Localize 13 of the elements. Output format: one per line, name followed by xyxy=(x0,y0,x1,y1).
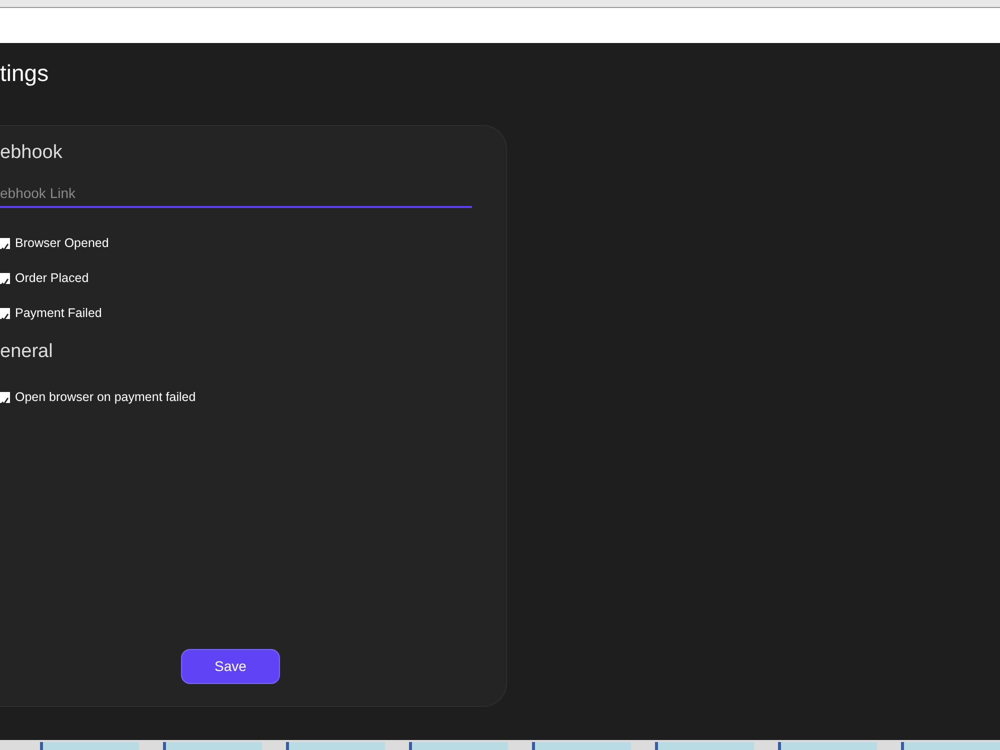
checkbox-label: Open browser on payment failed xyxy=(15,388,196,406)
webhook-link-field[interactable]: ebhook Link xyxy=(0,178,472,208)
checkbox[interactable] xyxy=(0,392,10,403)
page-title: tings xyxy=(0,59,50,88)
save-button[interactable]: Save xyxy=(181,649,280,684)
section-heading: ebhook xyxy=(0,142,64,165)
checkbox[interactable] xyxy=(0,238,10,249)
checkbox-label: Order Placed xyxy=(15,270,89,287)
section-heading: eneral xyxy=(0,340,54,364)
checkbox[interactable] xyxy=(0,272,10,284)
checkbox[interactable] xyxy=(0,308,10,319)
checkbox-label: Payment Failed xyxy=(15,304,102,322)
checkbox-label: Browser Opened xyxy=(15,234,109,252)
